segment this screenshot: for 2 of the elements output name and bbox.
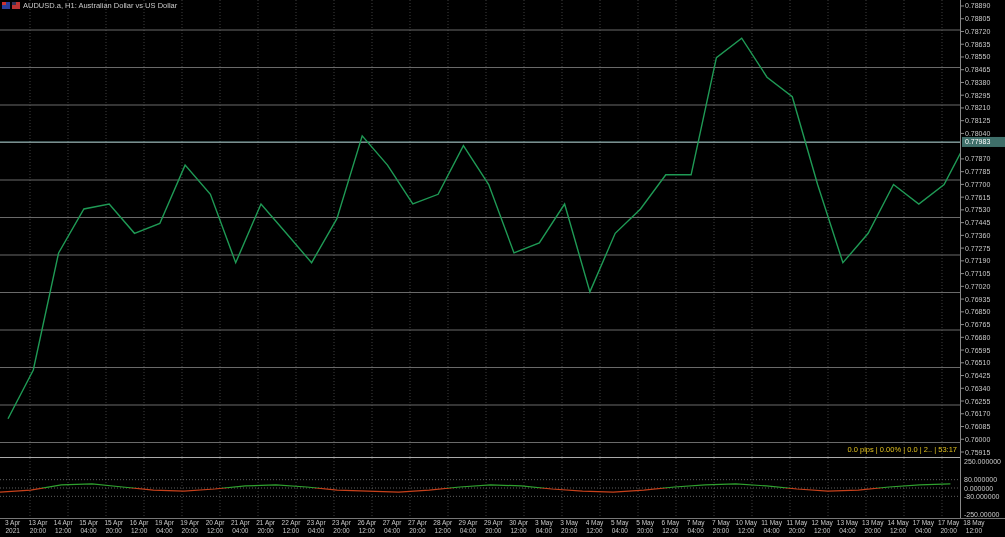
- current-price-tag: [962, 136, 1005, 147]
- flags-icon: [2, 2, 20, 9]
